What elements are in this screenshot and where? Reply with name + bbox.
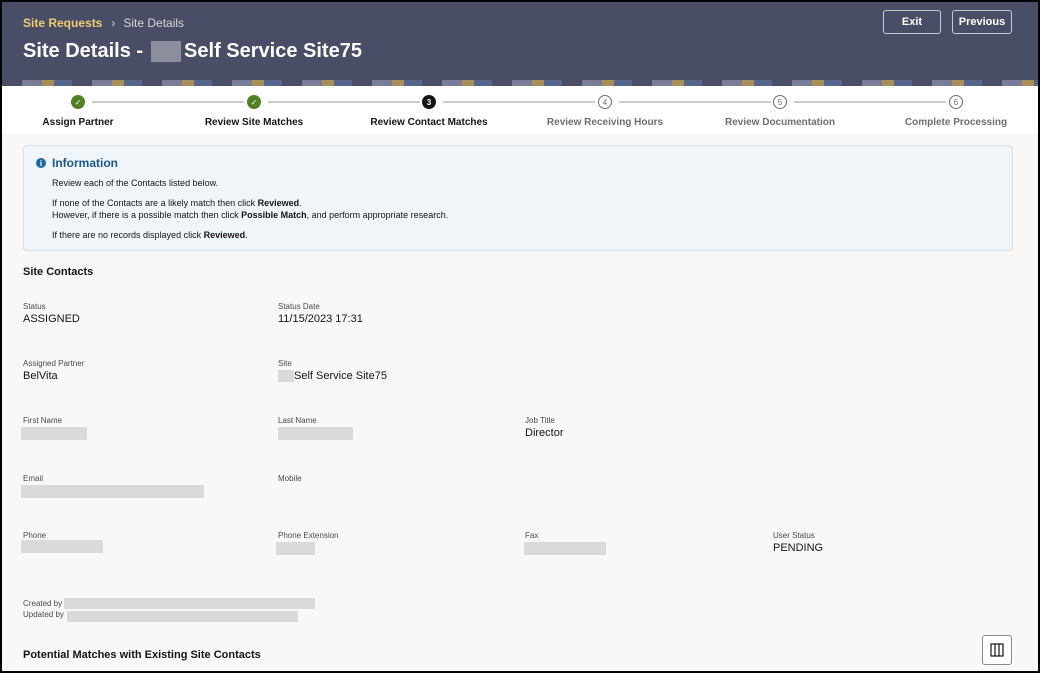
phone-extension-label: Phone Extension <box>278 531 339 540</box>
user-status-value: PENDING <box>773 542 824 554</box>
page-title: Site Details - Self Service Site75 <box>23 40 362 63</box>
redacted-block <box>278 370 294 382</box>
status-date-label: Status Date <box>278 302 320 311</box>
train-connector <box>268 101 420 103</box>
train-connector <box>619 101 771 103</box>
step-complete-processing[interactable]: Complete Processing <box>876 117 1036 128</box>
step-review-contact-matches[interactable]: Review Contact Matches <box>349 117 509 128</box>
info-line: If none of the Contacts are a likely mat… <box>52 198 302 208</box>
chevron-right-icon: › <box>111 16 116 30</box>
check-icon[interactable]: ✓ <box>71 95 85 109</box>
columns-icon <box>990 643 1004 657</box>
page-header: Site Requests › Site Details Site Detail… <box>2 2 1038 86</box>
step-marker-5[interactable]: 5 <box>773 95 787 109</box>
page-title-site-name: Self Service Site75 <box>184 40 362 62</box>
mobile-label: Mobile <box>278 474 302 483</box>
first-name-redacted <box>21 427 87 440</box>
step-assign-partner[interactable]: Assign Partner <box>2 117 158 128</box>
breadcrumb: Site Requests › Site Details <box>23 16 184 30</box>
manage-columns-button[interactable] <box>982 635 1012 665</box>
job-title-label: Job Title <box>525 416 555 425</box>
created-by-label: Created by <box>23 599 63 608</box>
step-marker-4[interactable]: 4 <box>598 95 612 109</box>
assigned-partner-value: BelVita <box>23 370 58 382</box>
site-value: Self Service Site75 <box>278 370 387 382</box>
info-icon: i <box>36 158 46 168</box>
information-message: i Information Review each of the Contact… <box>23 145 1013 251</box>
assigned-partner-label: Assigned Partner <box>23 359 85 368</box>
step-current-marker[interactable]: 3 <box>422 95 436 109</box>
updated-by-label: Updated by <box>23 610 64 619</box>
train-connector <box>794 101 946 103</box>
exit-button[interactable]: Exit <box>883 10 941 34</box>
step-review-documentation[interactable]: Review Documentation <box>700 117 860 128</box>
created-by-redacted <box>64 598 315 609</box>
page-title-prefix: Site Details - <box>23 40 144 62</box>
job-title-value: Director <box>525 427 564 439</box>
info-line: Review each of the Contacts listed below… <box>52 178 219 188</box>
step-marker-6[interactable]: 6 <box>949 95 963 109</box>
phone-redacted <box>21 540 103 553</box>
fax-redacted <box>524 542 606 555</box>
previous-button[interactable]: Previous <box>952 10 1012 34</box>
last-name-label: Last Name <box>278 416 317 425</box>
email-redacted <box>21 485 204 498</box>
app-window: Site Requests › Site Details Site Detail… <box>0 0 1040 673</box>
site-name: Self Service Site75 <box>294 370 387 382</box>
check-icon[interactable]: ✓ <box>247 95 261 109</box>
potential-matches-heading: Potential Matches with Existing Site Con… <box>23 649 261 661</box>
fax-label: Fax <box>525 531 539 540</box>
train-connector <box>443 101 595 103</box>
breadcrumb-site-requests-link[interactable]: Site Requests <box>23 16 102 30</box>
status-label: Status <box>23 302 46 311</box>
info-line: If there are no records displayed click … <box>52 230 248 240</box>
process-train: ✓ Assign Partner ✓ Review Site Matches 3… <box>2 86 1038 134</box>
step-review-site-matches[interactable]: Review Site Matches <box>174 117 334 128</box>
info-title: Information <box>52 156 118 170</box>
info-line: However, if there is a possible match th… <box>52 210 449 220</box>
first-name-label: First Name <box>23 416 63 425</box>
redacted-block <box>151 41 182 62</box>
step-review-receiving-hours[interactable]: Review Receiving Hours <box>525 117 685 128</box>
updated-by-redacted <box>67 611 298 622</box>
status-date-value: 11/15/2023 17:31 <box>278 313 363 325</box>
site-label: Site <box>278 359 292 368</box>
user-status-label: User Status <box>773 531 815 540</box>
last-name-redacted <box>278 427 353 440</box>
site-contacts-heading: Site Contacts <box>23 266 94 278</box>
status-value: ASSIGNED <box>23 313 80 325</box>
phone-label: Phone <box>23 531 47 540</box>
email-label: Email <box>23 474 44 483</box>
breadcrumb-current: Site Details <box>123 16 185 30</box>
phone-extension-redacted <box>276 542 315 555</box>
train-connector <box>92 101 244 103</box>
